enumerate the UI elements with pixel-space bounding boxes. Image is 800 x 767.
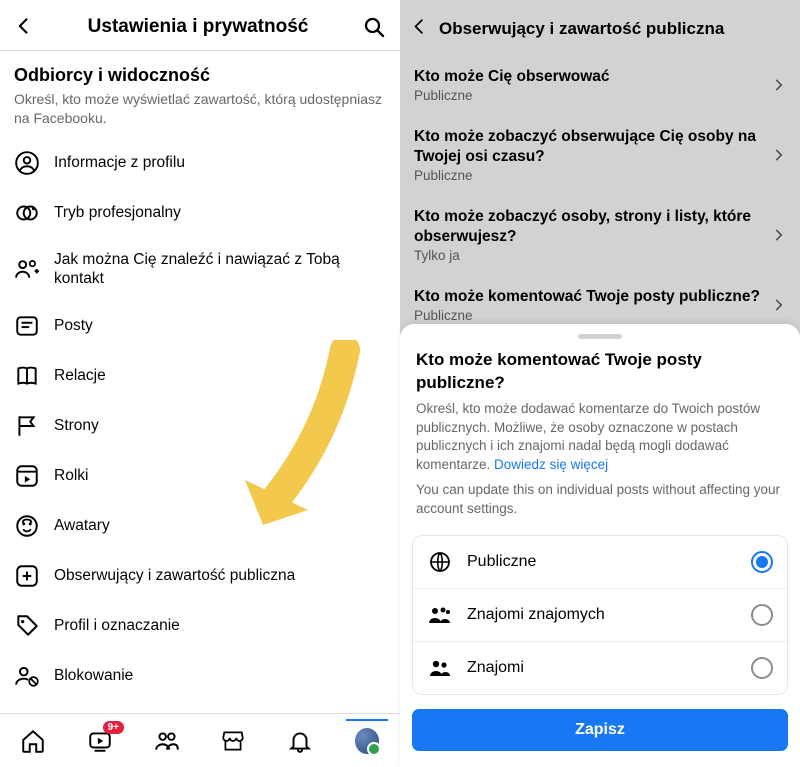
chevron-left-icon: [410, 17, 429, 36]
row-title: Kto może Cię obserwować: [414, 67, 764, 86]
friends-icon: [427, 655, 453, 681]
menu-item-profile-tagging[interactable]: Profil i oznaczanie: [0, 601, 400, 651]
menu-item-label: Blokowanie: [54, 667, 133, 685]
menu-item-label: Obserwujący i zawartość publiczna: [54, 567, 295, 585]
people-plus-icon: [14, 256, 40, 282]
search-button[interactable]: [362, 15, 386, 39]
option-friends[interactable]: Znajomi: [413, 641, 787, 694]
menu-item-label: Rolki: [54, 467, 88, 485]
row-who-can-follow[interactable]: Kto może Cię obserwować Publiczne: [400, 55, 800, 115]
menu-item-pro-mode[interactable]: Tryb profesjonalny: [0, 188, 400, 238]
menu-item-label: Awatary: [54, 517, 110, 535]
row-title: Kto może komentować Twoje posty publiczn…: [414, 287, 764, 306]
bottom-nav: 9+: [0, 713, 400, 767]
active-tab-indicator: [346, 719, 388, 721]
section-header: Odbiorcy i widoczność Określ, kto może w…: [0, 51, 400, 134]
friends-of-friends-icon: [427, 602, 453, 628]
option-label: Publiczne: [467, 553, 737, 571]
menu-item-blocking[interactable]: Blokowanie: [0, 651, 400, 701]
menu-item-label: Tryb profesjonalny: [54, 204, 181, 222]
menu-item-followers-public[interactable]: Obserwujący i zawartość publiczna: [0, 551, 400, 601]
watch-badge: 9+: [103, 721, 124, 734]
nav-watch[interactable]: 9+: [86, 727, 114, 755]
book-icon: [14, 363, 40, 389]
block-user-icon: [14, 663, 40, 689]
menu-item-posts[interactable]: Posty: [0, 301, 400, 351]
section-description: Określ, kto może wyświetlać zawartość, k…: [14, 90, 386, 128]
radio-indicator: [751, 604, 773, 626]
chevron-left-icon: [14, 16, 34, 36]
menu-item-label: Strony: [54, 417, 99, 435]
chevron-right-icon: [772, 78, 786, 92]
profile-avatar-icon: [353, 726, 381, 756]
menu-item-label: Informacje z profilu: [54, 154, 185, 172]
globe-icon: [427, 549, 453, 575]
menu-item-label: Posty: [54, 317, 93, 335]
radio-indicator: [751, 657, 773, 679]
nav-home[interactable]: [19, 727, 47, 755]
menu-item-avatars[interactable]: Awatary: [0, 501, 400, 551]
row-title: Kto może zobaczyć obserwujące Cię osoby …: [414, 127, 764, 166]
option-label: Znajomi: [467, 659, 737, 677]
nav-notifications[interactable]: [286, 727, 314, 755]
option-public[interactable]: Publiczne: [413, 536, 787, 588]
settings-menu: Informacje z profilu Tryb profesjonalny …: [0, 134, 400, 751]
user-circle-icon: [14, 150, 40, 176]
followers-public-screen: Obserwujący i zawartość publiczna Kto mo…: [400, 0, 800, 767]
menu-item-pages[interactable]: Strony: [0, 401, 400, 451]
bell-icon: [287, 728, 313, 754]
friends-icon: [154, 728, 180, 754]
option-label: Znajomi znajomych: [467, 606, 737, 624]
marketplace-icon: [220, 728, 246, 754]
sheet-drag-handle[interactable]: [578, 334, 622, 339]
menu-item-reels[interactable]: Rolki: [0, 451, 400, 501]
home-icon: [20, 728, 46, 754]
row-who-sees-followers[interactable]: Kto może zobaczyć obserwujące Cię osoby …: [400, 115, 800, 195]
section-title: Odbiorcy i widoczność: [14, 65, 386, 86]
menu-item-stories[interactable]: Relacje: [0, 351, 400, 401]
option-friends-of-friends[interactable]: Znajomi znajomych: [413, 588, 787, 641]
settings-screen: Ustawienia i prywatność Odbiorcy i widoc…: [0, 0, 400, 767]
pro-mode-icon: [14, 200, 40, 226]
tag-icon: [14, 613, 40, 639]
page-title: Obserwujący i zawartość publiczna: [439, 19, 724, 39]
settings-list: Kto może Cię obserwować Publiczne Kto mo…: [400, 55, 800, 335]
reels-icon: [14, 463, 40, 489]
row-subtitle: Publiczne: [414, 88, 764, 103]
menu-item-profile-info[interactable]: Informacje z profilu: [0, 138, 400, 188]
row-who-sees-following[interactable]: Kto może zobaczyć osoby, strony i listy,…: [400, 195, 800, 275]
page-title: Ustawienia i prywatność: [88, 16, 309, 38]
nav-menu[interactable]: [353, 727, 381, 755]
radio-group: Publiczne Znajomi znajomych Znajomi: [412, 535, 788, 695]
sheet-title: Kto może komentować Twoje posty publiczn…: [400, 349, 800, 399]
bottom-sheet: Kto może komentować Twoje posty publiczn…: [400, 324, 800, 767]
header: Ustawienia i prywatność: [0, 0, 400, 51]
avatar-icon: [14, 513, 40, 539]
nav-marketplace[interactable]: [219, 727, 247, 755]
row-title: Kto może zobaczyć osoby, strony i listy,…: [414, 207, 764, 246]
search-icon: [362, 15, 386, 39]
row-subtitle: Publiczne: [414, 168, 764, 183]
menu-item-label: Profil i oznaczanie: [54, 617, 180, 635]
flag-icon: [14, 413, 40, 439]
menu-item-label: Jak można Cię znaleźć i nawiązać z Tobą …: [54, 250, 386, 289]
chevron-right-icon: [772, 298, 786, 312]
sheet-note: You can update this on individual posts …: [400, 475, 800, 531]
radio-indicator: [751, 551, 773, 573]
back-button[interactable]: [14, 14, 34, 40]
row-subtitle: Tylko ja: [414, 248, 764, 263]
sheet-description: Określ, kto może dodawać komentarze do T…: [400, 400, 800, 476]
save-button[interactable]: Zapisz: [412, 709, 788, 751]
nav-friends[interactable]: [153, 727, 181, 755]
header: Obserwujący i zawartość publiczna: [400, 0, 800, 55]
chevron-right-icon: [772, 228, 786, 242]
row-subtitle: Publiczne: [414, 308, 764, 323]
menu-item-find-contact[interactable]: Jak można Cię znaleźć i nawiązać z Tobą …: [0, 238, 400, 301]
chevron-right-icon: [772, 148, 786, 162]
learn-more-link[interactable]: Dowiedz się więcej: [494, 457, 608, 472]
back-button[interactable]: [410, 14, 429, 43]
menu-item-label: Relacje: [54, 367, 106, 385]
posts-icon: [14, 313, 40, 339]
follow-plus-icon: [14, 563, 40, 589]
